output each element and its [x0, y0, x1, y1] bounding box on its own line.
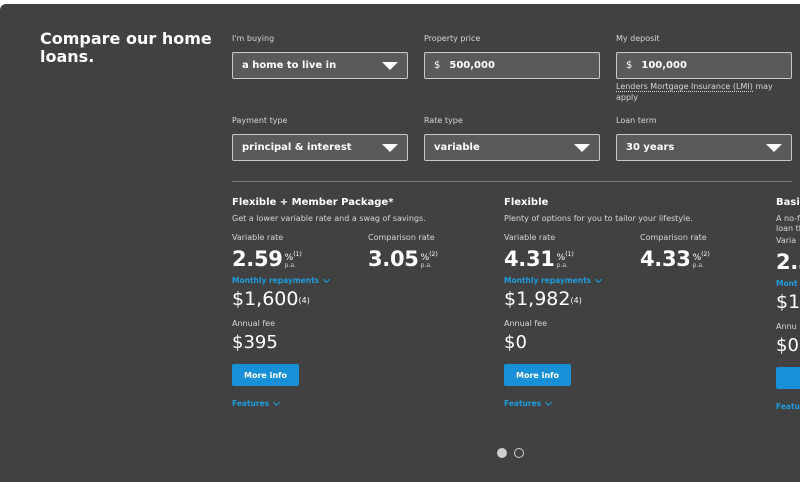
product-name: Flexible + Member Package*: [232, 197, 394, 208]
product-card: Flexible + Member Package* Get a lower v…: [232, 196, 492, 441]
monthly-repayment-value: $1,5: [776, 291, 800, 313]
page-title: Compare our home loans.: [40, 29, 212, 66]
features-toggle[interactable]: Featu: [776, 402, 800, 412]
loan-term-value: 30 years: [626, 142, 675, 153]
annual-fee-value: $0: [504, 332, 527, 353]
rates: Varia 2.5: [776, 236, 800, 278]
chevron-down-icon: [595, 275, 603, 284]
payment-type-value: principal & interest: [242, 142, 352, 153]
deposit-value: 100,000: [641, 60, 687, 71]
more-info-button[interactable]: More info: [504, 364, 571, 386]
comparison-rate: Comparison rate 3.05 %(2) p.a.: [368, 233, 438, 272]
features-toggle[interactable]: Features: [232, 398, 492, 409]
carousel-pagination: [497, 448, 524, 458]
annual-fee-label: Annual fee: [232, 319, 276, 328]
carousel-dot-2[interactable]: [514, 448, 524, 458]
chevron-down-icon: [273, 398, 281, 407]
monthly-repayment-value: $1,982(4): [504, 288, 582, 310]
variable-rate-value: 2.5: [776, 250, 800, 274]
carousel-dot-1[interactable]: [497, 448, 507, 458]
buying-label: I'm buying: [232, 34, 275, 43]
monthly-repayments-toggle[interactable]: Monthly repayments: [232, 275, 492, 286]
dropdown-arrow-icon: [766, 144, 782, 152]
lmi-note: Lenders Mortgage Insurance (LMI) may app…: [616, 81, 786, 103]
dropdown-arrow-icon: [574, 144, 590, 152]
rates: Variable rate 4.31 %(1) p.a. Comparison r…: [504, 233, 764, 275]
rate-unit: %(2) p.a.: [692, 251, 710, 269]
variable-rate-value: 2.59: [232, 247, 283, 271]
product-description: Get a lower variable rate and a swag of …: [232, 214, 426, 223]
variable-rate-value: 4.31: [504, 247, 555, 271]
property-price-label: Property price: [424, 34, 481, 43]
rates: Variable rate 2.59 %(1) p.a. Comparison r…: [232, 233, 492, 275]
comparison-rate-value: 3.05: [368, 247, 419, 271]
dropdown-arrow-icon: [382, 144, 398, 152]
buying-select[interactable]: a home to live in: [232, 52, 408, 79]
rate-type-field: Rate type variable: [424, 116, 600, 161]
property-price-input[interactable]: $ 500,000: [424, 52, 600, 79]
comparison-rate: Comparison rate 4.33 %(2) p.a.: [640, 233, 710, 272]
annual-fee-label: Annu: [776, 322, 797, 331]
variable-rate: Variable rate 4.31 %(1) p.a.: [504, 233, 574, 272]
more-info-button[interactable]: Mo: [776, 367, 800, 389]
deposit-label: My deposit: [616, 34, 660, 43]
product-description: Plenty of options for you to tailor your…: [504, 214, 693, 223]
dollar-sign: $: [434, 60, 441, 71]
loan-term-field: Loan term 30 years: [616, 116, 792, 161]
payment-type-field: Payment type principal & interest: [232, 116, 408, 161]
property-price-field: Property price $ 500,000: [424, 34, 600, 79]
deposit-field: My deposit $ 100,000 Lenders Mortgage In…: [616, 34, 792, 103]
rate-type-label: Rate type: [424, 116, 463, 125]
variable-rate-label: Variable rate: [232, 233, 284, 242]
monthly-repayments-toggle[interactable]: Monthly repayments: [504, 275, 764, 286]
chevron-down-icon: [323, 275, 331, 284]
loan-term-select[interactable]: 30 years: [616, 134, 792, 161]
annual-fee-label: Annual fee: [504, 319, 548, 328]
rate-unit: %(1) p.a.: [284, 251, 302, 269]
annual-fee-value: $395: [232, 332, 278, 353]
property-price-value: 500,000: [449, 60, 495, 71]
product-card-partial: Basic A no-frills home loan that's simpl…: [776, 196, 800, 441]
annual-fee-value: $0: [776, 335, 799, 356]
monthly-repayments-toggle[interactable]: Mont: [776, 279, 800, 289]
comparison-rate-label: Comparison rate: [640, 233, 707, 242]
comparison-rate-value: 4.33: [640, 247, 691, 271]
variable-rate-label: Variable rate: [504, 233, 556, 242]
home-loan-compare-panel: Compare our home loans. I'm buying a hom…: [0, 4, 800, 482]
product-description: A no-frills home loan that's simple.: [776, 214, 800, 233]
dollar-sign: $: [626, 60, 633, 71]
rate-type-value: variable: [434, 142, 480, 153]
chevron-down-icon: [545, 398, 553, 407]
deposit-input[interactable]: $ 100,000: [616, 52, 792, 79]
loan-term-label: Loan term: [616, 116, 657, 125]
lmi-link[interactable]: Lenders Mortgage Insurance (LMI): [616, 82, 753, 92]
features-toggle[interactable]: Features: [504, 398, 764, 409]
variable-rate: Variable rate 2.59 %(1) p.a.: [232, 233, 302, 272]
payment-type-label: Payment type: [232, 116, 288, 125]
product-card: Flexible Plenty of options for you to ta…: [504, 196, 764, 441]
divider: [232, 181, 792, 182]
monthly-repayment-value: $1,600(4): [232, 288, 310, 310]
more-info-button[interactable]: More info: [232, 364, 299, 386]
buying-value: a home to live in: [242, 60, 337, 71]
variable-rate: Varia 2.5: [776, 236, 800, 275]
product-name: Basic: [776, 197, 800, 208]
dropdown-arrow-icon: [382, 62, 398, 70]
payment-type-select[interactable]: principal & interest: [232, 134, 408, 161]
rate-type-select[interactable]: variable: [424, 134, 600, 161]
product-name: Flexible: [504, 197, 549, 208]
buying-field: I'm buying a home to live in: [232, 34, 408, 79]
rate-unit: %(2) p.a.: [420, 251, 438, 269]
variable-rate-label: Varia: [776, 236, 797, 245]
comparison-rate-label: Comparison rate: [368, 233, 435, 242]
rate-unit: %(1) p.a.: [556, 251, 574, 269]
